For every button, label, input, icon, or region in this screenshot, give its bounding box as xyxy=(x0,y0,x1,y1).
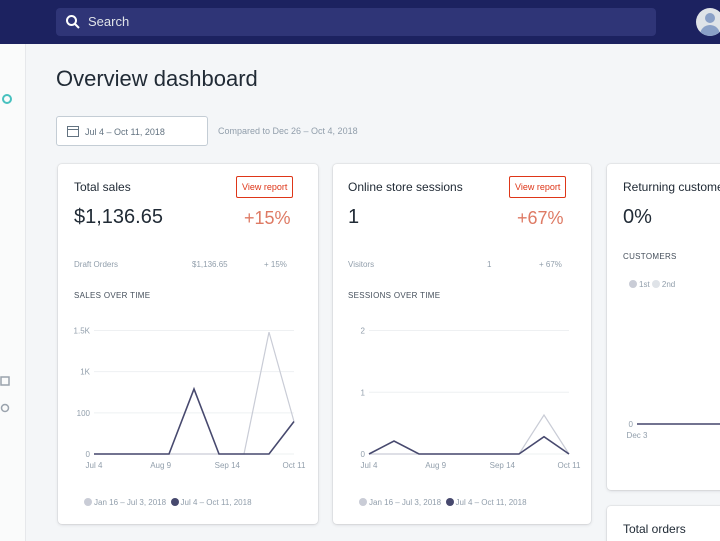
y-tick-label: 2 xyxy=(361,327,366,336)
x-tick-label: Jul 4 xyxy=(361,461,378,470)
x-tick-label: Dec 3 xyxy=(627,431,648,440)
y-tick-label: 1K xyxy=(80,368,90,377)
sessions-change: +67% xyxy=(517,208,564,228)
apps-icon[interactable] xyxy=(0,92,14,106)
series-line-previous xyxy=(369,413,570,455)
total-sales-value: $1,136.65 xyxy=(74,206,163,228)
y-tick-label: 1.5K xyxy=(74,327,91,336)
x-tick-label: Oct 11 xyxy=(558,461,581,470)
y-tick-label: 1 xyxy=(361,388,366,397)
chart-legend: Jan 16 – Jul 3, 2018 Jul 4 – Oct 11, 201… xyxy=(84,498,252,507)
x-tick-label: Aug 9 xyxy=(150,461,171,470)
avatar[interactable] xyxy=(696,8,720,36)
legend-label-first: 1st xyxy=(639,280,650,289)
online-store-sessions-card: Online store sessions View report 1 +67%… xyxy=(333,164,591,524)
date-range-button[interactable]: Jul 4 – Oct 11, 2018 xyxy=(56,116,208,146)
section-heading: SALES OVER TIME xyxy=(74,291,151,300)
legend-swatch-second xyxy=(651,280,660,288)
total-sales-change: +15% xyxy=(244,208,291,228)
avatar-body-icon xyxy=(700,25,720,36)
legend-label-second: 2nd xyxy=(661,280,676,289)
legend-swatch-current xyxy=(170,498,179,506)
x-tick-label: Oct 11 xyxy=(283,461,306,470)
legend-label-current: Jul 4 – Oct 11, 2018 xyxy=(180,498,252,507)
customers-chart: 0Dec 3Oct 4 xyxy=(627,420,720,440)
page-title: Overview dashboard xyxy=(56,66,258,91)
avatar-head-icon xyxy=(705,13,715,23)
sessions-value: 1 xyxy=(348,206,360,228)
settings-icon[interactable] xyxy=(0,376,12,388)
compare-text: Compared to Dec 26 – Oct 4, 2018 xyxy=(218,126,358,136)
calendar-icon xyxy=(67,126,79,137)
sub-label: Visitors xyxy=(348,260,375,269)
search-input[interactable]: Search xyxy=(56,8,656,36)
card-title: Online store sessions xyxy=(348,180,463,194)
legend-label-current: Jul 4 – Oct 11, 2018 xyxy=(455,498,527,507)
series-line-current xyxy=(94,386,295,455)
y-tick-label: 100 xyxy=(77,409,91,418)
section-heading: SESSIONS OVER TIME xyxy=(348,291,441,300)
view-report-button[interactable]: View report xyxy=(236,176,294,198)
y-tick-label: 0 xyxy=(86,450,91,459)
x-tick-label: Jul 4 xyxy=(86,461,103,470)
chart-legend: Jan 16 – Jul 3, 2018 Jul 4 – Oct 11, 201… xyxy=(359,498,527,507)
returning-customer-card: Returning customer rate 0% CUSTOMERS 1st… xyxy=(607,164,720,490)
section-heading: CUSTOMERS xyxy=(623,252,677,261)
card-title: Total orders xyxy=(623,522,686,536)
chart-legend: 1st 2nd xyxy=(629,280,675,289)
legend-label-previous: Jan 16 – Jul 3, 2018 xyxy=(369,498,442,507)
legend-label-previous: Jan 16 – Jul 3, 2018 xyxy=(94,498,167,507)
y-tick-label: 0 xyxy=(629,420,634,429)
legend-swatch-previous xyxy=(84,498,92,506)
card-title: Returning customer rate xyxy=(623,180,720,194)
sub-value: $1,136.65 xyxy=(192,260,228,269)
sub-change: + 67% xyxy=(539,260,562,269)
sub-change: + 15% xyxy=(264,260,287,269)
top-bar: Search xyxy=(0,0,720,44)
series-line-previous xyxy=(94,331,295,455)
sub-value: 1 xyxy=(487,260,492,269)
view-report-button[interactable]: View report xyxy=(509,176,567,198)
sidebar xyxy=(0,44,26,541)
gear-icon[interactable] xyxy=(0,402,12,414)
x-tick-label: Sep 14 xyxy=(490,461,516,470)
total-sales-card: Total sales View report $1,136.65 +15% D… xyxy=(58,164,318,524)
date-range-label: Jul 4 – Oct 11, 2018 xyxy=(85,127,165,137)
card-title: Total sales xyxy=(74,180,131,194)
sales-over-time-chart: 0 100 1K 1.5K Jul 4 Aug 9 Sep 14 Oct 11 xyxy=(74,327,306,471)
sessions-over-time-chart: 0 1 2 Jul 4 Aug 9 Sep 14 Oct 11 xyxy=(361,327,581,471)
legend-swatch-previous xyxy=(359,498,367,506)
series-line-current xyxy=(368,435,570,455)
search-label: Search xyxy=(88,14,130,29)
total-orders-card: Total orders xyxy=(607,506,720,541)
legend-swatch-current xyxy=(445,498,454,506)
sub-label: Draft Orders xyxy=(74,260,119,269)
x-tick-label: Sep 14 xyxy=(215,461,241,470)
search-icon xyxy=(66,15,80,29)
x-tick-label: Aug 9 xyxy=(425,461,446,470)
y-tick-label: 0 xyxy=(361,450,366,459)
legend-swatch-first xyxy=(629,280,637,288)
returning-customer-value: 0% xyxy=(623,206,652,228)
